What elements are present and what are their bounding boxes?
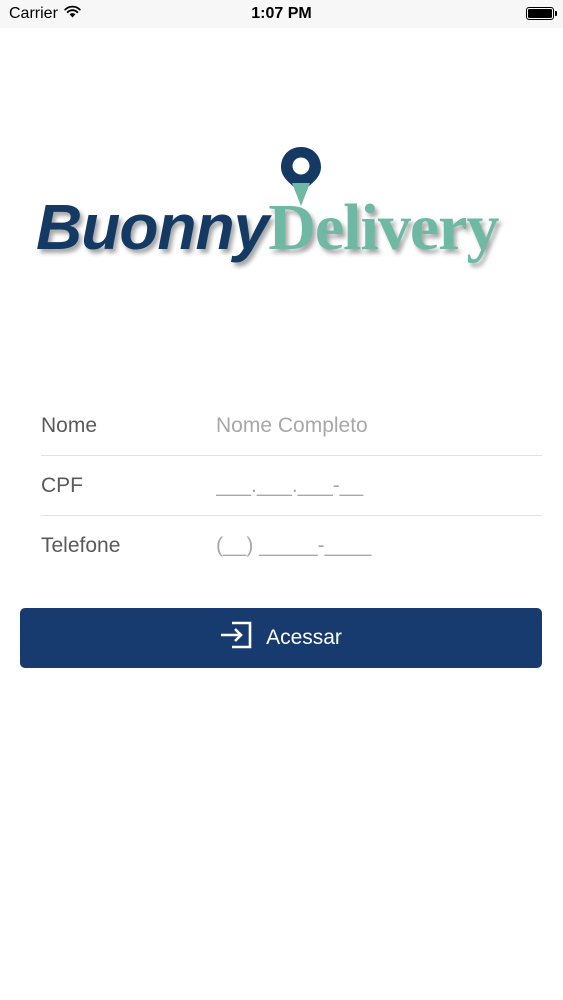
telefone-row: Telefone bbox=[41, 516, 542, 576]
status-bar: Carrier 1:07 PM bbox=[0, 0, 563, 28]
logo-word-buonny: Buonny bbox=[36, 191, 269, 263]
cpf-input[interactable] bbox=[216, 473, 542, 498]
telefone-input[interactable] bbox=[216, 534, 542, 558]
status-time: 1:07 PM bbox=[251, 5, 312, 22]
cpf-row: CPF bbox=[41, 456, 542, 516]
nome-row: Nome bbox=[41, 396, 542, 456]
logo-text: BuonnyDelivery bbox=[36, 187, 499, 268]
cpf-label: CPF bbox=[41, 473, 83, 497]
login-form: Nome CPF Telefone bbox=[41, 396, 542, 576]
telefone-label: Telefone bbox=[41, 534, 121, 557]
app-logo: BuonnyDelivery bbox=[36, 145, 541, 275]
nome-label: Nome bbox=[41, 413, 98, 437]
login-icon bbox=[220, 620, 254, 656]
acessar-label: Acessar bbox=[266, 626, 342, 649]
acessar-button[interactable]: Acessar bbox=[20, 608, 542, 668]
logo-word-delivery: Delivery bbox=[268, 191, 499, 264]
nome-input[interactable] bbox=[216, 413, 542, 438]
battery-icon bbox=[526, 7, 557, 20]
